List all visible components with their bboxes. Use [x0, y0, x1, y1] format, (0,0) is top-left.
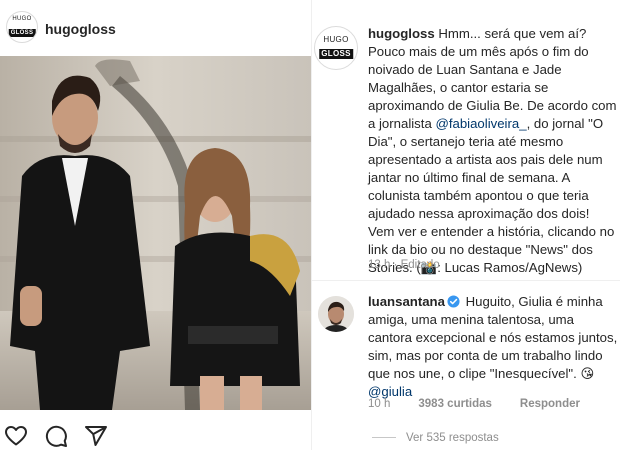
- comment-meta: 10 h 3983 curtidas Responder: [368, 398, 608, 410]
- kiss-emoji: 😘: [580, 366, 595, 381]
- comment-icon[interactable]: [44, 424, 68, 448]
- post-author-username[interactable]: hugogloss: [45, 21, 116, 37]
- comment-text: luansantana Huguito, Giulia é minha amig…: [368, 293, 618, 401]
- comment-username[interactable]: luansantana: [368, 294, 445, 309]
- logo-line-1: HUGO: [12, 16, 32, 22]
- comment-time: 10 h: [368, 398, 391, 410]
- logo-line-2: GLOSS: [8, 29, 36, 37]
- caption-text-part-2: , do jornal "O Dia", o sertanejo teria a…: [368, 116, 615, 275]
- comment-mention[interactable]: @giulia: [368, 384, 412, 399]
- logo-line-1: HUGO: [323, 35, 349, 44]
- caption-mention[interactable]: @fabiaoliveira_: [435, 116, 526, 131]
- post-author-avatar[interactable]: HUGO GLOSS: [6, 11, 38, 43]
- share-icon[interactable]: [84, 424, 108, 448]
- post-caption: hugogloss Hmm... será que vem aí? Pouco …: [368, 25, 618, 277]
- view-replies-label[interactable]: Ver 535 respostas: [406, 432, 499, 444]
- reply-button[interactable]: Responder: [520, 398, 580, 410]
- verified-badge-icon: [447, 295, 460, 308]
- comment-likes[interactable]: 3983 curtidas: [418, 398, 492, 410]
- heart-icon[interactable]: [4, 424, 28, 448]
- photo-illustration: [0, 56, 311, 410]
- hugogloss-logo: HUGO GLOSS: [319, 36, 353, 60]
- post-photo[interactable]: [0, 56, 311, 410]
- caption-username[interactable]: hugogloss: [368, 26, 435, 41]
- divider: [312, 280, 620, 281]
- commenter-avatar[interactable]: [318, 296, 354, 332]
- caption-author-avatar[interactable]: HUGO GLOSS: [314, 26, 358, 70]
- caption-timestamp: 13 h · Editado: [368, 259, 440, 271]
- view-replies[interactable]: Ver 535 respostas: [372, 432, 499, 444]
- hugogloss-logo: HUGO GLOSS: [8, 16, 36, 38]
- column-separator: [311, 0, 312, 450]
- logo-line-2: GLOSS: [319, 49, 353, 59]
- caption-text-part-3: : Lucas Ramos/AgNews): [437, 260, 583, 275]
- replies-line: [372, 437, 396, 439]
